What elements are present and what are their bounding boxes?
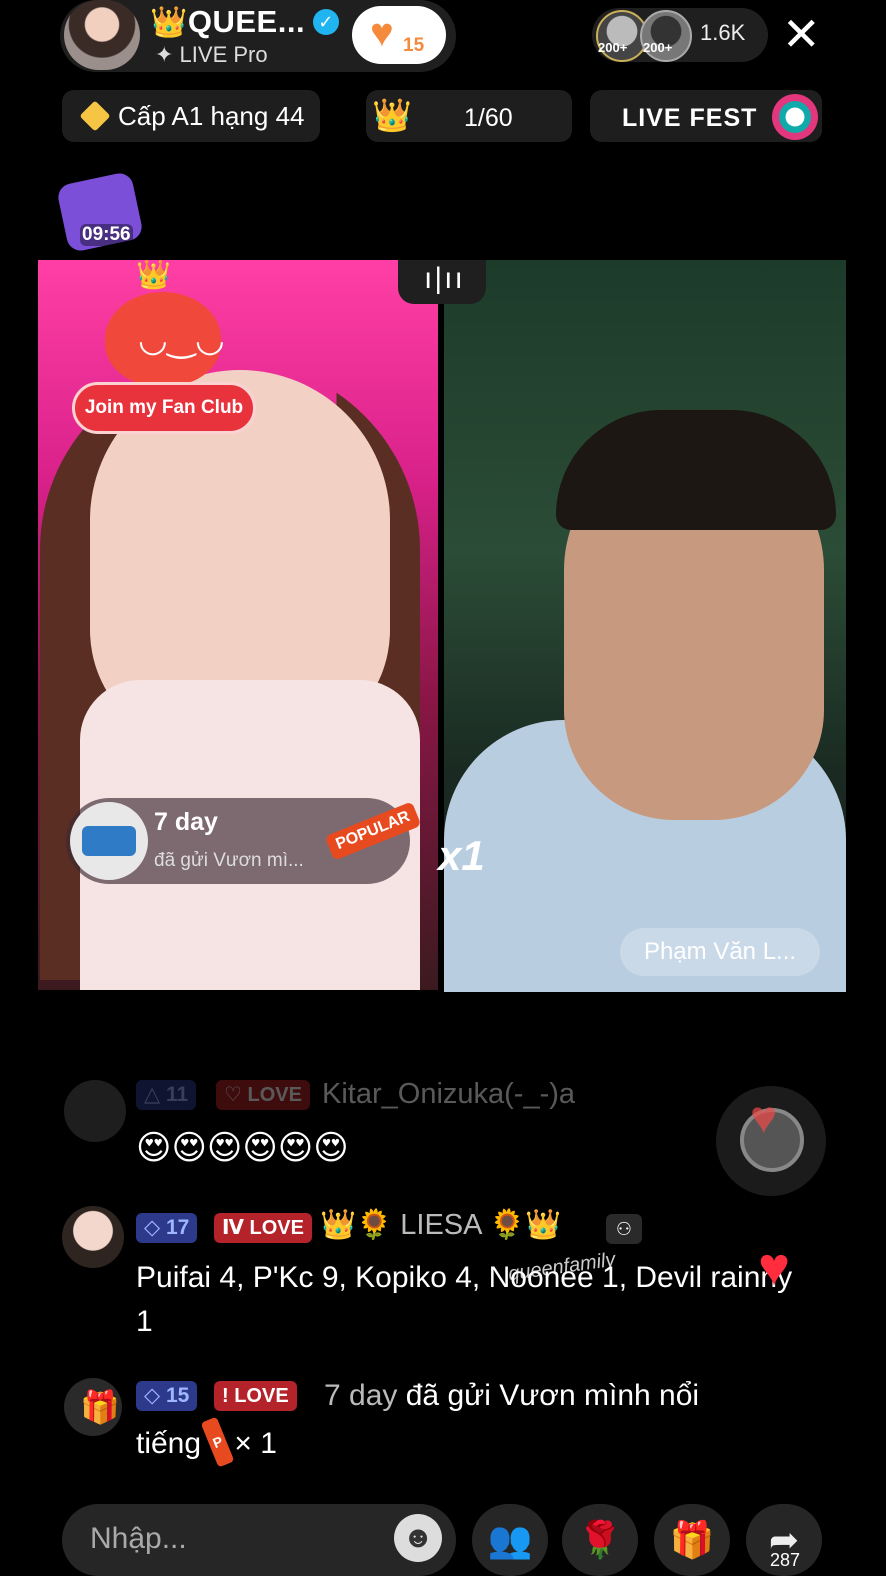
comment-text: Puifai 4, P'Kc 9, Kopiko 4, Noonee 1, De… [136, 1261, 793, 1338]
level-badge: ◇ 15 [136, 1381, 198, 1411]
host-name-text: QUEE... [187, 4, 306, 39]
top-viewer-badge-1: 200+ [598, 40, 628, 55]
comment-text: đã gửi Vươn mình nổi [405, 1379, 700, 1412]
gift-description: đã gửi Vươn mì... [154, 850, 304, 871]
audio-bars-icon: ı|ıı [424, 262, 465, 295]
love-badge: ! LOVE [214, 1381, 297, 1411]
emoji-icon[interactable]: ☻ [394, 1514, 442, 1562]
treasure-box-timer: 09:56 [80, 224, 133, 246]
commenter-avatar[interactable] [64, 1080, 126, 1142]
commenter-name[interactable]: 👑🌻 LIESA 🌻👑 [320, 1208, 561, 1242]
top-viewer-badge-2: 200+ [643, 40, 673, 55]
join-fan-club-button[interactable]: Join my Fan Club [72, 382, 256, 434]
host-name[interactable]: 👑QUEE... ✓ [150, 4, 340, 40]
level-number: 11 [165, 1083, 189, 1106]
share-count: 287 [770, 1550, 801, 1570]
rank-label: Cấp A1 hạng 44 [118, 101, 305, 131]
level-badge: △ 11 [136, 1080, 197, 1110]
follow-button[interactable] [352, 6, 446, 64]
gift-multiplier: × 1 [234, 1427, 277, 1460]
crown-icon: 👑 [372, 97, 412, 133]
rank-chip[interactable]: Cấp A1 hạng 44 [62, 90, 320, 142]
gift-comment-line: 7 day đã gửi Vươn mình nổi [324, 1374, 699, 1418]
commenter-name[interactable]: 7 day [324, 1379, 397, 1412]
rose-gift-button[interactable]: 🌹 [562, 1504, 638, 1576]
heart-icon: ♥ [370, 11, 394, 55]
gift-icon: 🎁 [80, 1389, 120, 1425]
comment-text: 😍😍😍😍😍😍 [136, 1129, 349, 1167]
live-fest-label: LIVE FEST [622, 104, 758, 132]
love-label: LOVE [249, 1217, 304, 1239]
level-number: 17 [165, 1216, 190, 1239]
close-icon[interactable]: ✕ [782, 10, 821, 58]
level-number: 15 [165, 1384, 190, 1407]
diamond-icon [79, 100, 111, 132]
viewer-count[interactable]: 1.6K [700, 20, 745, 46]
commenter-name[interactable]: Kitar_Onizuka(-_-)a [322, 1078, 575, 1111]
friend-icon: ⚇ [606, 1214, 642, 1244]
verified-check-icon: ✓ [313, 9, 340, 35]
gift-multiplier: x1 [438, 832, 485, 879]
car-icon [82, 826, 136, 856]
gift-sender-name: 7 day [154, 808, 218, 836]
host-avatar[interactable] [64, 0, 140, 70]
comment-input-placeholder: Nhập... [90, 1522, 187, 1555]
crown-icon: 👑 [150, 6, 188, 39]
popular-gift-icon: P [200, 1416, 235, 1468]
heart-icon: ♥ [758, 1237, 791, 1297]
comment-text-cont: tiếng [136, 1427, 202, 1460]
opponent-name-tag[interactable]: Phạm Văn L... [620, 928, 820, 976]
live-fest-icon [772, 94, 818, 140]
crown-icon: 👑 [136, 259, 171, 290]
gift-button[interactable]: 🎁 [654, 1504, 730, 1576]
love-badge: Ⅳ LOVE [214, 1213, 312, 1243]
love-label: LOVE [234, 1385, 289, 1407]
progress-label: 1/60 [464, 104, 513, 132]
invite-guests-button[interactable]: 👥 [472, 1504, 548, 1576]
host-subtitle: ✦ LIVE Pro [155, 42, 268, 67]
level-badge: ◇ 17 [136, 1213, 198, 1243]
follow-count: 15 [403, 35, 425, 56]
love-label: LOVE [247, 1084, 302, 1106]
love-badge: ♡ LOVE [216, 1080, 310, 1110]
commenter-avatar[interactable] [62, 1206, 124, 1268]
heart-icon: ♥ [750, 1091, 778, 1143]
gift-comment-line-2: tiếng P × 1 [136, 1416, 277, 1468]
smile-icon: ◡‿◡ [138, 321, 225, 359]
